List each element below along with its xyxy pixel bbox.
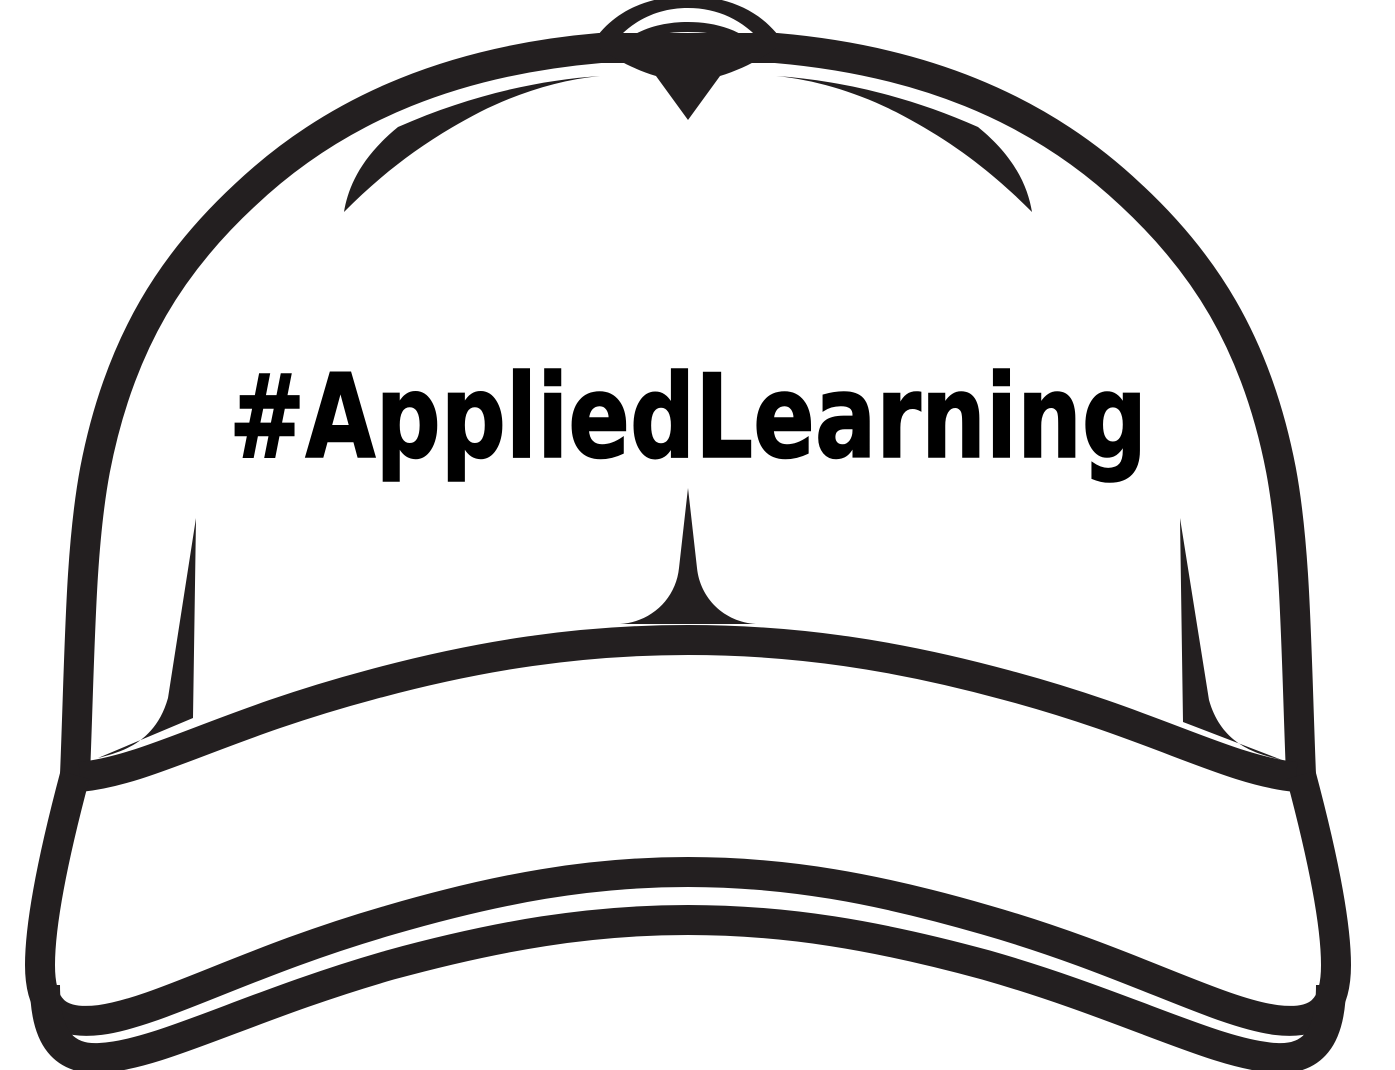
cap-band <box>78 624 1298 792</box>
cap-brim <box>25 771 1351 1070</box>
hashtag-text: #AppliedLearning <box>229 350 1147 485</box>
baseball-cap-illustration: #AppliedLearning <box>25 0 1351 1070</box>
